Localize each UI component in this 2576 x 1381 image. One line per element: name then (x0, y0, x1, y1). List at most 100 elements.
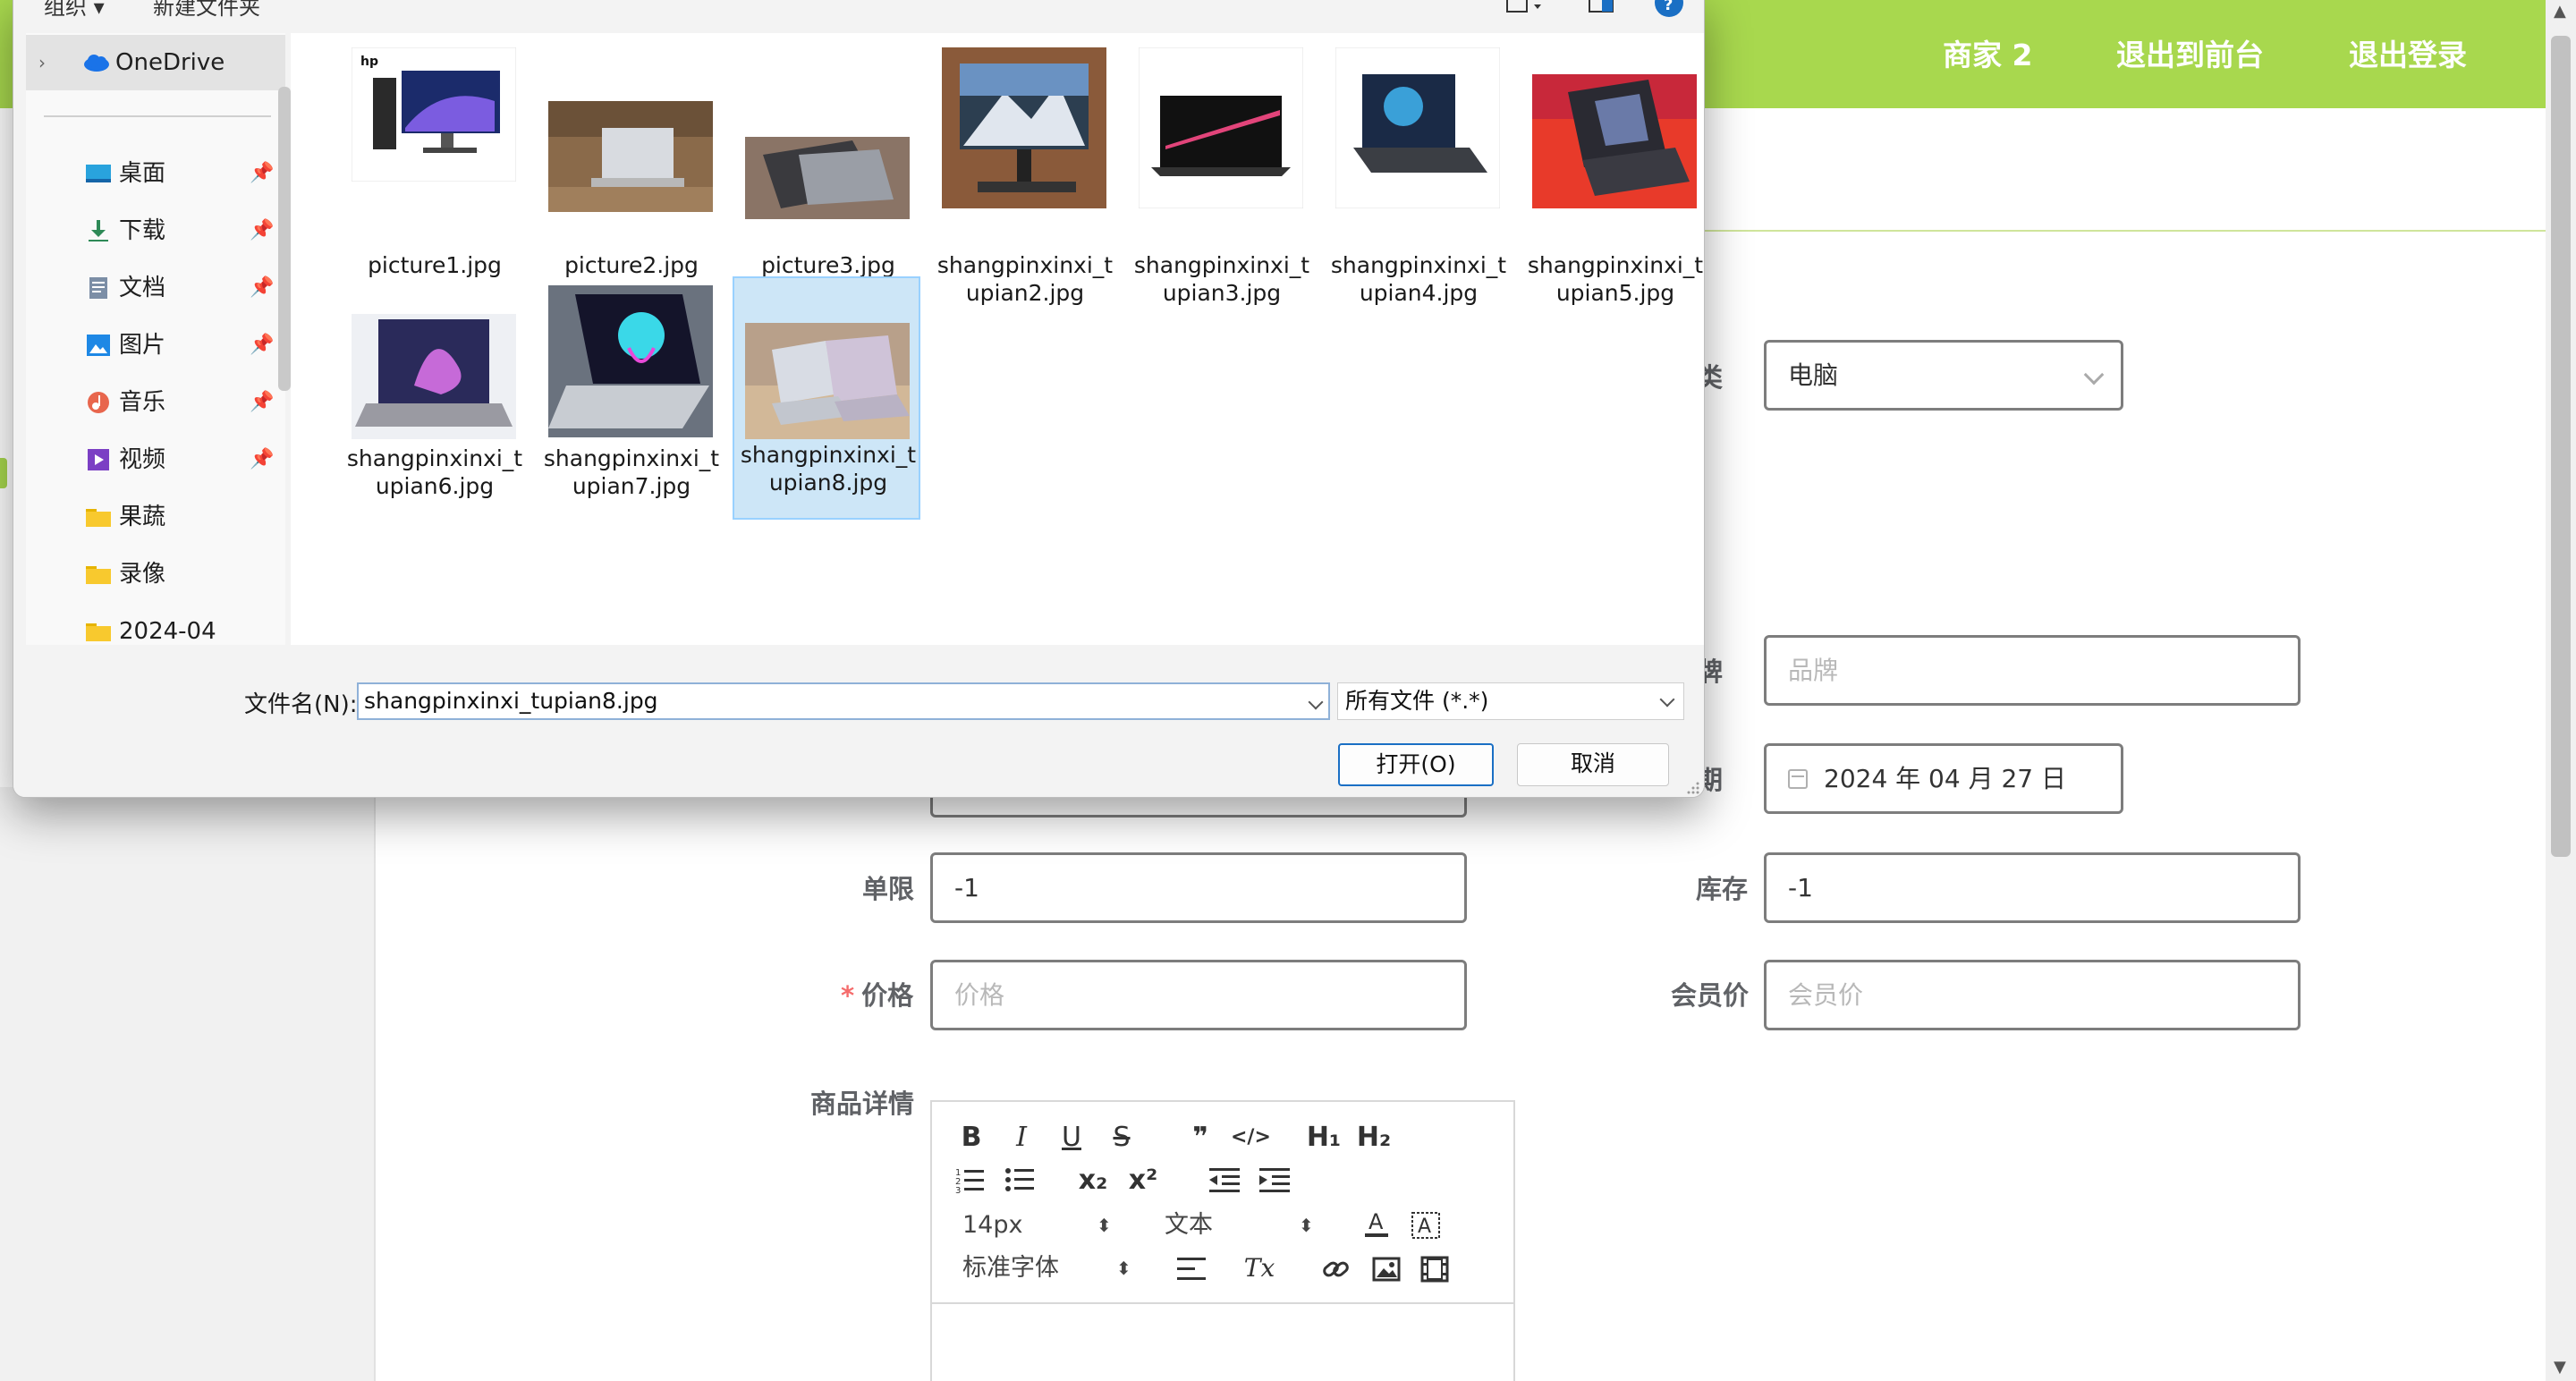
link-icon[interactable] (1322, 1256, 1351, 1283)
nav-item-onedrive[interactable]: › OneDrive (26, 35, 285, 90)
nav-item-desktop[interactable]: 桌面 📌 (26, 146, 285, 201)
heading1-icon[interactable]: H₁ (1306, 1122, 1342, 1154)
underline-icon[interactable]: U (1054, 1122, 1089, 1154)
category-select[interactable]: 电脑 (1764, 340, 2123, 411)
pin-icon[interactable]: 📌 (250, 260, 274, 316)
exit-to-frontend-link[interactable]: 退出到前台 (2116, 36, 2264, 75)
superscript-icon[interactable]: x² (1125, 1165, 1161, 1197)
cancel-button[interactable]: 取消 (1517, 743, 1669, 786)
file-list-view: hp picture1.jpg picture2.jpg picture3.jp… (291, 33, 1704, 645)
strikethrough-icon[interactable]: S (1104, 1122, 1140, 1154)
nav-item-videos[interactable]: 视频 📌 (26, 432, 285, 487)
align-icon[interactable] (1177, 1256, 1206, 1283)
rich-text-editor: B I U S ❞ </> H₁ H₂ 1 2 3 x₂ x² 14px ⬍ 文… (930, 1100, 1515, 1381)
file-thumbnail (942, 47, 1106, 208)
file-tile[interactable]: picture3.jpg (734, 44, 922, 285)
font-size-select[interactable]: 14px ⬍ (962, 1209, 1114, 1241)
price-label-text: 价格 (861, 980, 914, 1011)
font-color-icon[interactable]: A (1363, 1209, 1390, 1240)
merchant-link[interactable]: 商家 2 (1943, 36, 2032, 75)
nav-item-folder-luxiang[interactable]: 录像 (26, 546, 285, 602)
limit-label: 单限 (862, 874, 915, 904)
chevron-down-icon[interactable] (1308, 694, 1324, 710)
ordered-list-icon[interactable]: 1 2 3 (955, 1166, 986, 1193)
scroll-down-icon[interactable]: ▼ (2554, 1358, 2566, 1377)
organize-menu[interactable]: 组织 ▾ (44, 0, 105, 18)
file-tile[interactable]: hp picture1.jpg (341, 44, 529, 285)
pin-icon[interactable]: 📌 (250, 318, 274, 373)
nav-label: 视频 (119, 446, 166, 473)
file-name: shangpinxinxi_t upian2.jpg (936, 252, 1114, 306)
background-color-icon[interactable]: A (1411, 1209, 1440, 1240)
filename-input[interactable]: shangpinxinxi_tupian8.jpg (357, 682, 1330, 720)
date-picker[interactable]: 2024 年 04 月 27 日 (1764, 743, 2123, 814)
view-options-icon[interactable] (1505, 0, 1543, 15)
pin-icon[interactable]: 📌 (250, 432, 274, 487)
svg-text:A: A (1418, 1216, 1431, 1238)
folder-icon (86, 623, 111, 641)
outdent-icon[interactable] (1209, 1166, 1240, 1193)
bullet-list-icon[interactable] (1005, 1166, 1036, 1193)
nav-item-music[interactable]: 音乐 📌 (26, 375, 285, 430)
font-family-select[interactable]: 标准字体 ⬍ (962, 1252, 1141, 1284)
chevron-down-icon (2083, 364, 2105, 385)
member-price-input[interactable]: 会员价 (1764, 960, 2301, 1030)
file-tile-selected[interactable]: shangpinxinxi_t upian8.jpg (733, 276, 920, 520)
video-icon[interactable] (1420, 1256, 1449, 1283)
italic-icon[interactable]: I (1004, 1122, 1039, 1154)
file-thumbnail (745, 323, 910, 439)
file-name: picture1.jpg (368, 252, 502, 278)
select-arrows-icon: ⬍ (1299, 1215, 1314, 1236)
filename-label: 文件名(N): (244, 691, 358, 718)
file-name: shangpinxinxi_t upian7.jpg (543, 445, 720, 499)
file-tile[interactable]: shangpinxinxi_t upian3.jpg (1128, 44, 1316, 306)
svg-text:A: A (1368, 1209, 1384, 1234)
category-value: 电脑 (1788, 360, 1839, 390)
file-type-filter[interactable]: 所有文件 (*.*) (1337, 682, 1684, 720)
pin-icon[interactable]: 📌 (250, 375, 274, 430)
nav-item-downloads[interactable]: 下载 📌 (26, 203, 285, 258)
pin-icon[interactable]: 📌 (250, 203, 274, 258)
bold-icon[interactable]: B (953, 1122, 989, 1154)
nav-pane-scrollbar[interactable] (278, 87, 291, 391)
file-tile[interactable]: shangpinxinxi_t upian7.jpg (538, 280, 725, 516)
clear-format-icon[interactable]: Tx (1241, 1252, 1277, 1284)
select-arrows-icon: ⬍ (1097, 1215, 1112, 1236)
help-icon[interactable]: ? (1654, 0, 1684, 19)
stock-label: 库存 (1696, 874, 1749, 904)
file-name: picture3.jpg (761, 252, 895, 278)
file-tile[interactable]: shangpinxinxi_t upian5.jpg (1521, 44, 1704, 306)
preview-pane-icon[interactable] (1588, 0, 1614, 15)
image-icon[interactable] (1372, 1256, 1401, 1283)
logout-link[interactable]: 退出登录 (2349, 36, 2467, 75)
file-tile[interactable]: shangpinxinxi_t upian4.jpg (1325, 44, 1513, 306)
page-scrollbar[interactable]: ▲ ▼ (2546, 0, 2576, 1381)
nav-item-folder-guoshu[interactable]: 果蔬 (26, 489, 285, 545)
chevron-right-icon[interactable]: › (38, 35, 46, 90)
file-tile[interactable]: picture2.jpg (538, 44, 725, 285)
file-thumbnail (1335, 47, 1500, 208)
heading2-icon[interactable]: H₂ (1356, 1122, 1392, 1154)
nav-item-pictures[interactable]: 图片 📌 (26, 318, 285, 373)
subscript-icon[interactable]: x₂ (1075, 1165, 1111, 1197)
pin-icon[interactable]: 📌 (250, 146, 274, 201)
stock-input[interactable]: -1 (1764, 852, 2301, 923)
file-tile[interactable]: shangpinxinxi_t upian6.jpg (341, 280, 529, 516)
brand-input[interactable]: 品牌 (1764, 635, 2301, 706)
new-folder-button[interactable]: 新建文件夹 (153, 0, 260, 18)
nav-label: 录像 (119, 561, 166, 588)
file-name: picture2.jpg (564, 252, 699, 278)
open-button[interactable]: 打开(O) (1338, 743, 1494, 786)
scrollbar-thumb[interactable] (2551, 36, 2571, 857)
blockquote-icon[interactable]: ❞ (1182, 1122, 1218, 1154)
resize-grip-icon[interactable] (1684, 779, 1700, 795)
file-name: shangpinxinxi_t upian3.jpg (1133, 252, 1310, 306)
scroll-up-icon[interactable]: ▲ (2554, 2, 2566, 21)
code-block-icon[interactable]: </> (1231, 1122, 1271, 1154)
nav-item-documents[interactable]: 文档 📌 (26, 260, 285, 316)
indent-icon[interactable] (1259, 1166, 1290, 1193)
price-input[interactable]: 价格 (930, 960, 1467, 1030)
limit-input[interactable]: -1 (930, 852, 1467, 923)
file-tile[interactable]: shangpinxinxi_t upian2.jpg (931, 44, 1119, 306)
text-style-select[interactable]: 文本 ⬍ (1165, 1209, 1317, 1241)
